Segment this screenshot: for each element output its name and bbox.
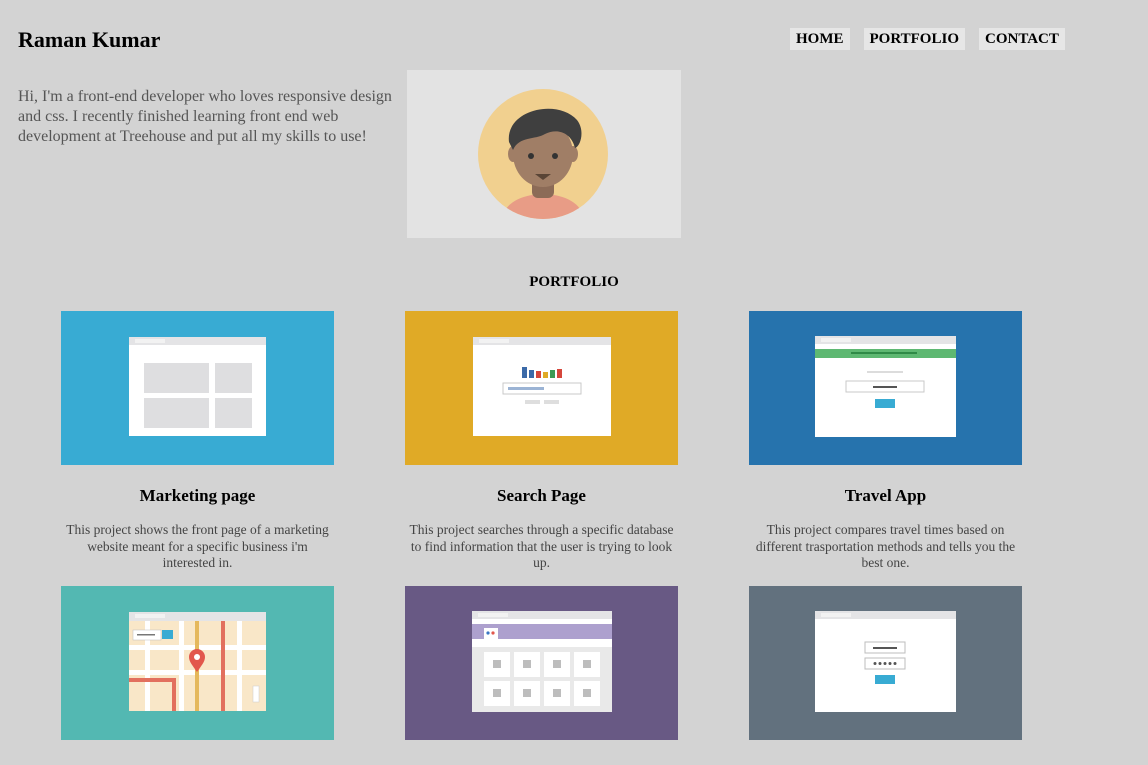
project-title[interactable]: Search Page [405, 486, 678, 506]
main-nav: HOME PORTFOLIO CONTACT [790, 28, 1065, 50]
nav-portfolio-link[interactable]: PORTFOLIO [863, 28, 965, 50]
site-name: Raman Kumar [18, 27, 161, 52]
project-thumbnail-travel[interactable] [749, 311, 1022, 465]
project-thumbnail-marketing[interactable] [61, 311, 334, 465]
project-thumbnail-map[interactable] [61, 586, 334, 740]
project-thumbnail-gallery[interactable] [405, 586, 678, 740]
login-form-thumbnail-icon [749, 586, 1022, 740]
project-description: This project shows the front page of a m… [66, 522, 329, 570]
nav-home-link[interactable]: HOME [790, 28, 850, 50]
marketing-page-thumbnail-icon [61, 311, 334, 465]
avatar-illustration-icon [478, 89, 608, 219]
project-thumbnail-login[interactable] [749, 586, 1022, 740]
project-description: This project compares travel times based… [755, 522, 1016, 570]
gallery-thumbnail-icon [405, 586, 678, 740]
search-page-thumbnail-icon [405, 311, 678, 465]
map-thumbnail-icon [61, 586, 334, 740]
nav-contact-link[interactable]: CONTACT [978, 28, 1065, 50]
portfolio-heading: PORTFOLIO [529, 274, 619, 290]
travel-app-thumbnail-icon [749, 311, 1022, 465]
project-title[interactable]: Travel App [749, 486, 1022, 506]
project-description: This project searches through a specific… [409, 522, 674, 570]
intro-text: Hi, I'm a front-end developer who loves … [18, 88, 392, 145]
profile-avatar [407, 70, 681, 238]
project-thumbnail-search[interactable] [405, 311, 678, 465]
project-title[interactable]: Marketing page [61, 486, 334, 506]
